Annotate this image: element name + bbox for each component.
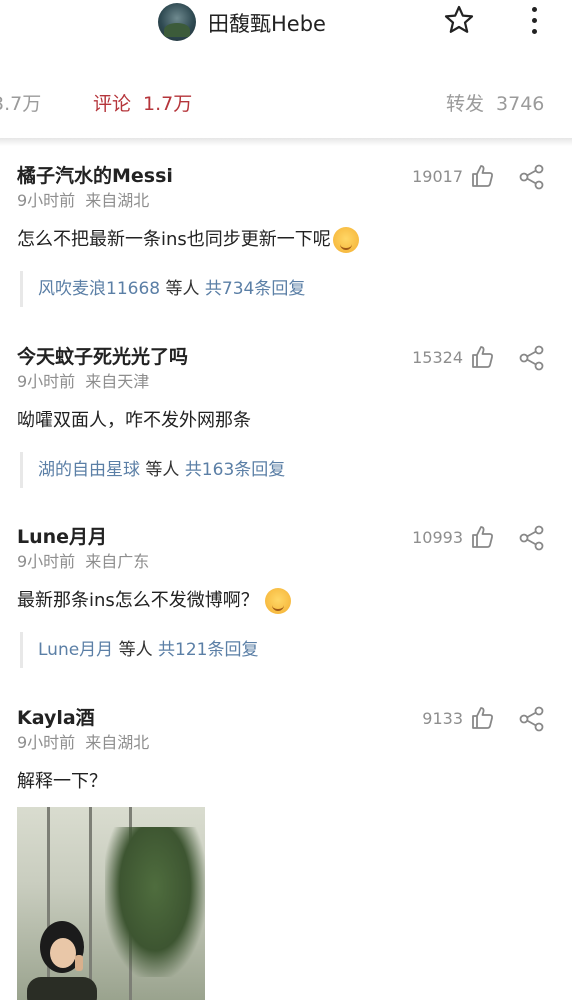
comment-time: 9小时前 xyxy=(17,191,76,210)
more-options-button[interactable] xyxy=(522,4,546,38)
tab-likes[interactable]: 3.7万 xyxy=(0,89,41,116)
comment-author[interactable]: 今天蚊子死光光了吗 xyxy=(17,342,188,369)
reply-summary[interactable]: 湖的自由星球 等人 共163条回复 xyxy=(20,452,285,488)
thumbs-up-icon[interactable] xyxy=(469,705,495,731)
share-icon[interactable] xyxy=(518,705,546,733)
tab-comments-label: 评论 xyxy=(93,93,132,115)
comment-time: 9小时前 xyxy=(17,372,76,391)
reply-count-link[interactable]: 共734条回复 xyxy=(205,279,305,299)
share-icon[interactable] xyxy=(518,163,546,191)
favorite-button[interactable] xyxy=(443,4,475,36)
comment-meta: 9小时前 来自广东 xyxy=(17,548,149,572)
comment-location: 来自广东 xyxy=(85,552,150,571)
comment-author[interactable]: Kayla酒 xyxy=(17,703,95,730)
star-icon xyxy=(444,5,474,33)
comment-author[interactable]: 橘子汽水的Messi xyxy=(17,161,173,188)
like-count: 15324 xyxy=(412,348,463,367)
thumbs-up-icon[interactable] xyxy=(469,524,495,550)
reply-summary[interactable]: Lune月月 等人 共121条回复 xyxy=(20,632,258,668)
comment-item: 今天蚊子死光光了吗 9小时前 来自天津 15324 呦嚯双面人，咋不发外网那条 湖… xyxy=(0,342,572,492)
divider xyxy=(0,138,572,146)
comment-item: Lune月月 9小时前 来自广东 10993 最新那条ins怎么不发微博啊？ Lu… xyxy=(0,522,572,672)
thumbs-up-icon[interactable] xyxy=(469,344,495,370)
avatar[interactable] xyxy=(158,3,196,41)
comment-meta: 9小时前 来自湖北 xyxy=(17,187,149,211)
more-vertical-icon xyxy=(532,7,537,12)
reply-count-link[interactable]: 共163条回复 xyxy=(185,460,285,480)
reply-user[interactable]: Lune月月 xyxy=(38,640,113,660)
tab-comments[interactable]: 评论 1.7万 xyxy=(93,89,192,116)
comment-author[interactable]: Lune月月 xyxy=(17,522,107,549)
like-count: 10993 xyxy=(412,528,463,547)
share-icon[interactable] xyxy=(518,524,546,552)
comment-text: 怎么不把最新一条ins也同步更新一下呢 xyxy=(17,225,359,253)
tab-reposts[interactable]: 转发 3746 xyxy=(446,89,544,116)
like-count: 19017 xyxy=(412,167,463,186)
thumbs-up-icon[interactable] xyxy=(469,163,495,189)
person-photo-icon xyxy=(27,921,97,1000)
page-title: 田馥甄Hebe xyxy=(208,12,326,36)
reply-user[interactable]: 风吹麦浪11668 xyxy=(38,279,160,299)
comment-time: 9小时前 xyxy=(17,552,76,571)
reply-summary[interactable]: 风吹麦浪11668 等人 共734条回复 xyxy=(20,271,305,307)
comment-location: 来自湖北 xyxy=(85,191,150,210)
top-bar: 田馥甄Hebe xyxy=(0,0,572,52)
smile-emoji-icon xyxy=(264,588,291,614)
tab-reposts-value: 3746 xyxy=(496,93,545,115)
reply-user[interactable]: 湖的自由星球 xyxy=(38,460,140,480)
comment-location: 来自天津 xyxy=(85,372,150,391)
tab-reposts-label: 转发 xyxy=(446,93,485,115)
comment-meta: 9小时前 来自湖北 xyxy=(17,729,149,753)
reply-count-link[interactable]: 共121条回复 xyxy=(158,640,258,660)
smile-emoji-icon xyxy=(332,227,359,253)
comment-image[interactable] xyxy=(17,807,205,1000)
tab-likes-value: 3.7万 xyxy=(0,93,42,115)
comment-text: 呦嚯双面人，咋不发外网那条 xyxy=(17,410,251,431)
comment-meta: 9小时前 来自天津 xyxy=(17,368,149,392)
comment-time: 9小时前 xyxy=(17,733,76,752)
like-count: 9133 xyxy=(422,709,463,728)
comment-location: 来自湖北 xyxy=(85,733,150,752)
share-icon[interactable] xyxy=(518,344,546,372)
comment-text: 最新那条ins怎么不发微博啊？ xyxy=(17,586,291,614)
tab-bar: 3.7万 评论 1.7万 转发 3746 xyxy=(0,52,572,140)
tab-comments-value: 1.7万 xyxy=(143,93,193,115)
comment-text: 解释一下？ xyxy=(17,771,107,792)
comment-item: 橘子汽水的Messi 9小时前 来自湖北 19017 怎么不把最新一条ins也同步… xyxy=(0,161,572,311)
